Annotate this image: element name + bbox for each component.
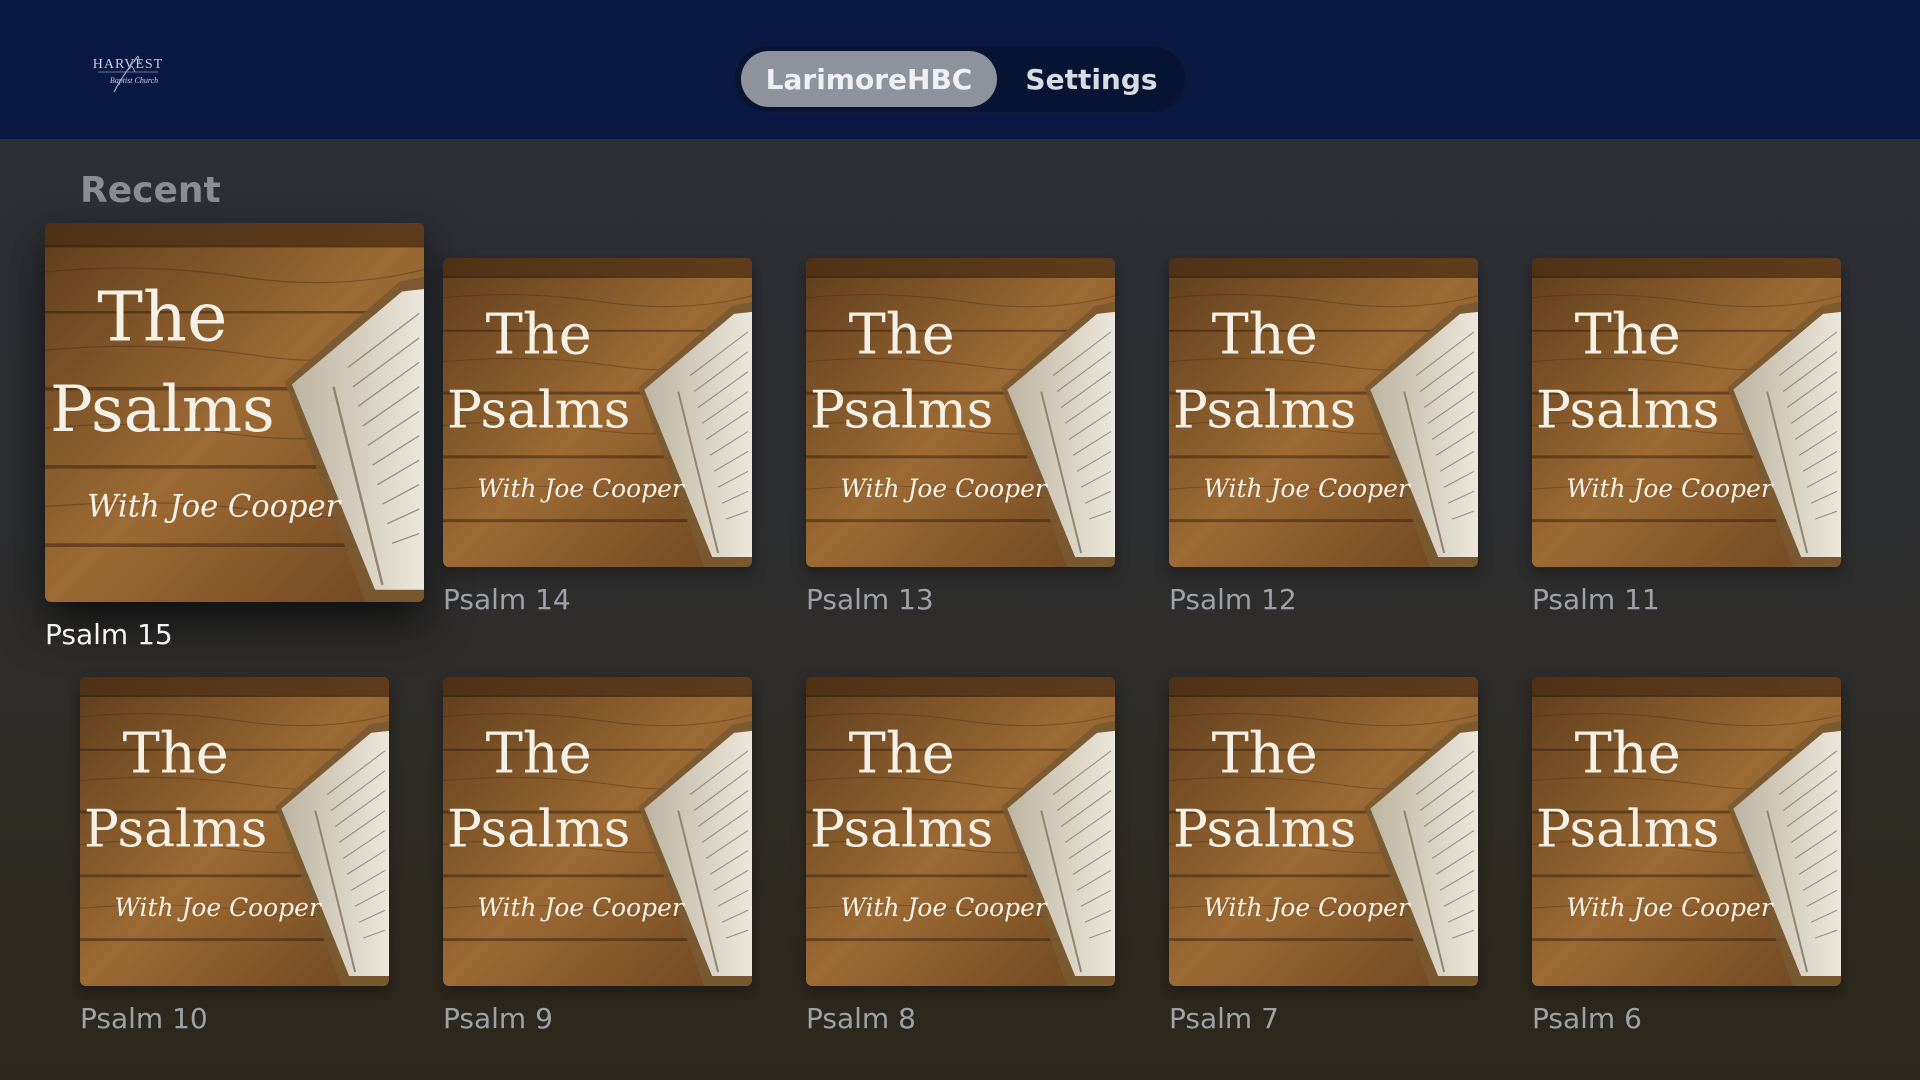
- cover-subtitle: With Joe Cooper: [1203, 893, 1411, 922]
- episode-artwork: The Psalms With Joe Cooper: [1532, 677, 1841, 986]
- episode-artwork: The Psalms With Joe Cooper: [806, 258, 1115, 567]
- tab-label: Settings: [1025, 62, 1158, 96]
- episode-title: Psalm 7: [1169, 1002, 1279, 1035]
- cover-subtitle: With Joe Cooper: [840, 893, 1048, 922]
- episode-title: Psalm 9: [443, 1002, 553, 1035]
- episode-tile[interactable]: The Psalms With Joe Cooper Psalm 8: [806, 677, 1115, 1035]
- episode-title: Psalm 11: [1532, 583, 1660, 616]
- episode-tile[interactable]: The Psalms With Joe Cooper Psalm 11: [1532, 258, 1841, 616]
- episode-artwork: The Psalms With Joe Cooper: [1169, 677, 1478, 986]
- episode-tile[interactable]: The Psalms With Joe Cooper Psalm 14: [443, 258, 752, 616]
- episode-artwork: The Psalms With Joe Cooper: [45, 223, 424, 602]
- cover-title-line: The: [486, 303, 592, 368]
- logo-line-2: Baptist Church: [110, 76, 158, 85]
- episode-tile[interactable]: The Psalms With Joe Cooper Psalm 13: [806, 258, 1115, 616]
- tab-label: LarimoreHBC: [765, 62, 973, 96]
- church-logo: HARVEST Baptist Church: [88, 46, 168, 96]
- episode-artwork: The Psalms With Joe Cooper: [1532, 258, 1841, 567]
- tab-larimorehbc[interactable]: LarimoreHBC: [741, 51, 997, 107]
- episode-title: Psalm 6: [1532, 1002, 1642, 1035]
- episode-title: Psalm 15: [45, 618, 173, 651]
- episode-title: Psalm 13: [806, 583, 934, 616]
- episode-tile[interactable]: The Psalms With Joe Cooper Psalm 6: [1532, 677, 1841, 1035]
- cover-subtitle: With Joe Cooper: [1203, 474, 1411, 503]
- cover-title-line: Psalms: [810, 799, 993, 859]
- section-title-recent: Recent: [80, 170, 221, 211]
- cover-title-line: Psalms: [84, 799, 267, 859]
- episode-tile[interactable]: The Psalms With Joe Cooper Psalm 9: [443, 677, 752, 1035]
- cover-subtitle: With Joe Cooper: [1566, 474, 1774, 503]
- cover-title-line: Psalms: [1173, 380, 1356, 440]
- episode-artwork: The Psalms With Joe Cooper: [443, 677, 752, 986]
- cover-title-line: The: [97, 277, 227, 357]
- cover-title-line: Psalms: [50, 372, 275, 446]
- episode-artwork: The Psalms With Joe Cooper: [80, 677, 389, 986]
- cover-subtitle: With Joe Cooper: [114, 893, 322, 922]
- cover-title-line: The: [849, 303, 955, 368]
- cover-subtitle: With Joe Cooper: [477, 893, 685, 922]
- cover-subtitle: With Joe Cooper: [87, 489, 342, 524]
- cover-title-line: The: [123, 722, 229, 787]
- cover-title-line: Psalms: [447, 799, 630, 859]
- episode-title: Psalm 12: [1169, 583, 1297, 616]
- episode-artwork: The Psalms With Joe Cooper: [806, 677, 1115, 986]
- cover-title-line: Psalms: [810, 380, 993, 440]
- cover-title-line: The: [1575, 303, 1681, 368]
- episode-artwork: The Psalms With Joe Cooper: [1169, 258, 1478, 567]
- episode-tile[interactable]: The Psalms With Joe Cooper Psalm 12: [1169, 258, 1478, 616]
- cover-subtitle: With Joe Cooper: [477, 474, 685, 503]
- tab-settings[interactable]: Settings: [1004, 51, 1179, 107]
- cover-subtitle: With Joe Cooper: [1566, 893, 1774, 922]
- cover-title-line: Psalms: [1536, 799, 1719, 859]
- cover-title-line: The: [486, 722, 592, 787]
- episode-tile[interactable]: The Psalms With Joe Cooper Psalm 10: [80, 677, 389, 1035]
- top-bar: HARVEST Baptist Church LarimoreHBC Setti…: [0, 0, 1920, 139]
- episode-tile[interactable]: The Psalms With Joe Cooper Psalm 15: [45, 223, 424, 651]
- episode-tile[interactable]: The Psalms With Joe Cooper Psalm 7: [1169, 677, 1478, 1035]
- episode-title: Psalm 10: [80, 1002, 208, 1035]
- cover-subtitle: With Joe Cooper: [840, 474, 1048, 503]
- cover-title-line: The: [1212, 722, 1318, 787]
- cover-title-line: The: [1575, 722, 1681, 787]
- episode-artwork: The Psalms With Joe Cooper: [443, 258, 752, 567]
- cover-title-line: Psalms: [1173, 799, 1356, 859]
- episode-title: Psalm 14: [443, 583, 571, 616]
- cover-title-line: The: [849, 722, 955, 787]
- cover-title-line: Psalms: [1536, 380, 1719, 440]
- top-tab-bar: LarimoreHBC Settings: [734, 45, 1186, 113]
- cover-title-line: The: [1212, 303, 1318, 368]
- episode-title: Psalm 8: [806, 1002, 916, 1035]
- cover-title-line: Psalms: [447, 380, 630, 440]
